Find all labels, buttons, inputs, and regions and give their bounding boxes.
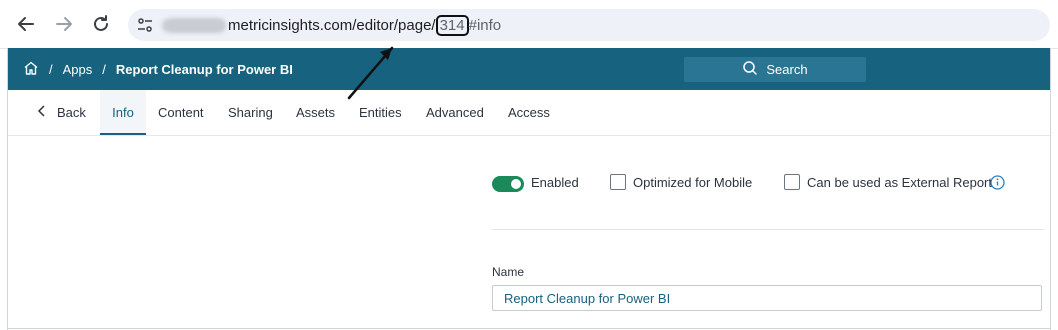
back-label: Back (57, 105, 86, 120)
url-hash: #info (468, 17, 502, 34)
back-arrow-icon[interactable] (14, 12, 38, 36)
frame-left (7, 48, 8, 330)
section-divider (492, 229, 1044, 230)
external-report-checkbox[interactable] (784, 174, 800, 190)
breadcrumb-separator: / (49, 61, 53, 77)
app-header: / Apps / Report Cleanup for Power BI Sea… (7, 48, 1051, 90)
optimized-for-mobile-checkbox[interactable] (610, 174, 626, 190)
annotation-arrow-icon (347, 46, 394, 100)
breadcrumb-current: Report Cleanup for Power BI (115, 61, 293, 77)
tab-access[interactable]: Access (508, 90, 550, 135)
search-button[interactable]: Search (684, 57, 866, 82)
tab-content[interactable]: Content (158, 90, 204, 135)
search-icon (742, 60, 758, 79)
breadcrumb-apps-link[interactable]: Apps (63, 62, 93, 77)
reload-icon[interactable] (89, 12, 113, 36)
name-label: Name (492, 265, 525, 279)
site-settings-icon[interactable] (136, 16, 154, 34)
frame-bottom (7, 328, 1051, 329)
home-icon[interactable] (23, 60, 39, 79)
tab-info[interactable]: Info (100, 90, 146, 135)
tab-advanced[interactable]: Advanced (426, 90, 484, 135)
tab-bar: Back Info Content Sharing Assets Entitie… (7, 90, 1051, 136)
frame-right (1050, 48, 1051, 330)
chevron-left-icon (37, 90, 47, 135)
info-panel: Enabled Optimized for Mobile Can be used… (7, 136, 1051, 330)
info-icon[interactable] (990, 175, 1005, 190)
optimized-for-mobile-label: Optimized for Mobile (633, 175, 753, 190)
breadcrumb: / Apps / Report Cleanup for Power BI (23, 48, 293, 90)
url-page-id: 314 (435, 15, 469, 36)
back-button[interactable]: Back (37, 90, 86, 135)
tab-sharing[interactable]: Sharing (228, 90, 273, 135)
breadcrumb-separator: / (102, 61, 106, 77)
forward-arrow-icon[interactable] (52, 12, 76, 36)
address-bar[interactable]: metricinsights.com/editor/page/314 #info (128, 9, 1050, 41)
enabled-label: Enabled (531, 175, 579, 190)
search-label: Search (766, 62, 808, 77)
name-input[interactable] (492, 285, 1042, 311)
browser-toolbar: metricinsights.com/editor/page/314 #info (0, 0, 1058, 49)
url-text: metricinsights.com/editor/page/314 #info (168, 15, 502, 36)
enabled-toggle[interactable] (492, 176, 524, 192)
url-domain: metricinsights.com/editor/page/ (228, 17, 436, 34)
external-report-label: Can be used as External Report (807, 175, 992, 190)
tab-assets[interactable]: Assets (296, 90, 335, 135)
